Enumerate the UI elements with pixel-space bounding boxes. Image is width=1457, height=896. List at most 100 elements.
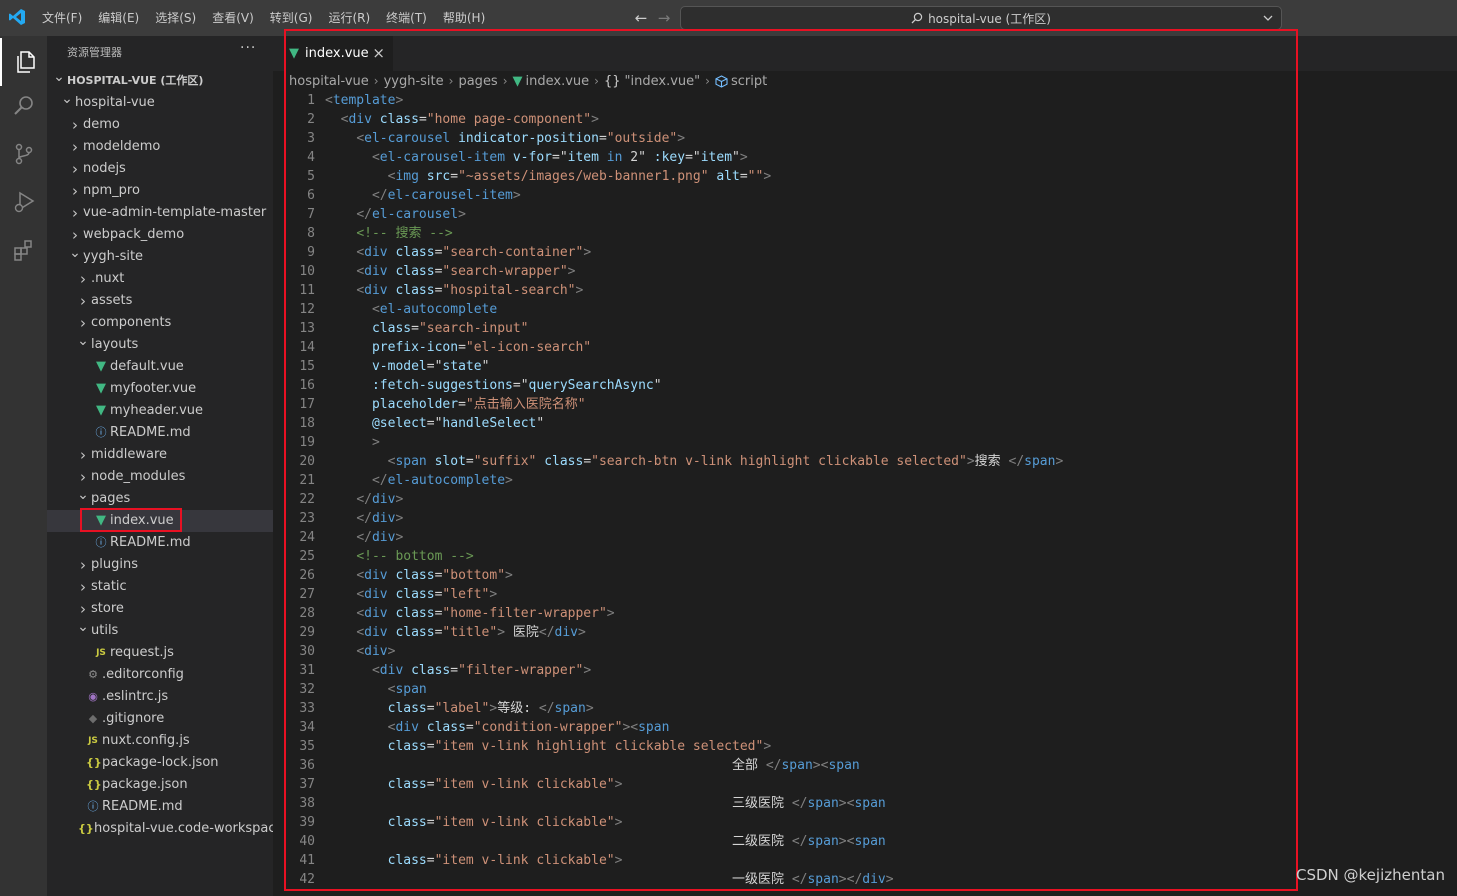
vue-file-icon: ▼ (96, 359, 106, 374)
chevron-right-icon[interactable]: › (69, 202, 81, 224)
chevron-down-icon[interactable]: ⌄ (77, 484, 89, 506)
vue-file-icon: ▼ (96, 381, 106, 396)
chevron-right-icon[interactable]: › (77, 554, 89, 576)
tree-file[interactable]: ⓘ README.md (47, 796, 273, 818)
command-center-search[interactable]: hospital-vue (工作区) (680, 6, 1282, 30)
tree-folder[interactable]: ⌄ layouts (47, 333, 273, 356)
tree-item-label: yygh-site (83, 249, 144, 264)
info-icon: ⓘ (87, 800, 99, 813)
tree-item-label: components (91, 315, 172, 330)
menu-item[interactable]: 查看(V) (204, 0, 262, 36)
tree-folder[interactable]: › vue-admin-template-master (47, 202, 273, 224)
tree-item-label: myfooter.vue (110, 381, 197, 396)
chevron-down-icon[interactable]: ⌄ (69, 242, 81, 264)
tree-item-label: .gitignore (102, 711, 165, 726)
tree-item-label: npm_pro (83, 183, 140, 198)
tree-file[interactable]: JS nuxt.config.js (47, 730, 273, 752)
tree-file[interactable]: ⓘ README.md (47, 532, 273, 554)
chevron-right-icon[interactable]: › (77, 290, 89, 312)
tree-item-label: static (91, 579, 127, 594)
tree-folder[interactable]: › assets (47, 290, 273, 312)
tree-file[interactable]: ▼ myheader.vue (47, 400, 273, 422)
tree-folder[interactable]: ⌄ hospital-vue (47, 91, 273, 114)
tree-folder[interactable]: › .nuxt (47, 268, 273, 290)
javascript-file-icon: JS (88, 736, 98, 746)
tree-folder[interactable]: › demo (47, 114, 273, 136)
tree-item-label: hospital-vue.code-workspace (94, 821, 273, 836)
tree-item-label: .nuxt (91, 271, 125, 286)
tree-folder[interactable]: › plugins (47, 554, 273, 576)
chevron-right-icon[interactable]: › (77, 576, 89, 598)
back-arrow-icon[interactable]: ← (632, 9, 650, 27)
tree-folder[interactable]: › modeldemo (47, 136, 273, 158)
tree-item-label: hospital-vue (75, 95, 155, 110)
tree-item-label: pages (91, 491, 131, 506)
chevron-right-icon[interactable]: › (77, 268, 89, 290)
tree-item-label: modeldemo (83, 139, 161, 154)
tree-item-label: .eslintrc.js (102, 689, 169, 704)
tree-item-label: package-lock.json (102, 755, 219, 770)
tree-folder[interactable]: › nodejs (47, 158, 273, 180)
search-icon[interactable] (0, 82, 47, 130)
info-icon: ⓘ (95, 426, 107, 439)
tree-item-label: assets (91, 293, 133, 308)
tree-folder[interactable]: › middleware (47, 444, 273, 466)
json-file-icon: {} (86, 778, 102, 791)
tree-file[interactable]: ⓘ README.md (47, 422, 273, 444)
search-icon (911, 12, 923, 24)
tree-folder[interactable]: ⌄ pages (47, 487, 273, 510)
run-debug-icon[interactable] (0, 178, 47, 226)
menu-item[interactable]: 选择(S) (147, 0, 204, 36)
explorer-sidebar: 资源管理器 ··· ⌄ HOSPITAL-VUE (工作区) ⌄ hospital-v… (47, 36, 273, 896)
tree-folder[interactable]: ⌄ yygh-site (47, 245, 273, 268)
json-file-icon: {} (78, 822, 94, 835)
explorer-files-icon[interactable] (0, 38, 47, 86)
tree-file[interactable]: {} package.json (47, 774, 273, 796)
chevron-right-icon[interactable]: › (69, 180, 81, 202)
tree-file[interactable]: JS request.js (47, 642, 273, 664)
javascript-file-icon: JS (96, 648, 106, 658)
tree-folder[interactable]: ⌄ HOSPITAL-VUE (工作区) (47, 69, 273, 92)
chevron-down-icon[interactable]: ⌄ (61, 88, 73, 110)
forward-arrow-icon[interactable]: → (655, 9, 673, 27)
chevron-right-icon[interactable]: › (69, 136, 81, 158)
git-icon: ◆ (88, 712, 98, 725)
tree-item-label: layouts (91, 337, 139, 352)
tree-file[interactable]: {} package-lock.json (47, 752, 273, 774)
chevron-down-icon[interactable]: ⌄ (77, 616, 89, 638)
chevron-right-icon[interactable]: › (77, 444, 89, 466)
tree-item-label: plugins (91, 557, 138, 572)
chevron-down-icon[interactable]: ⌄ (53, 66, 65, 88)
selected-file-highlight-box (80, 508, 182, 532)
source-control-icon[interactable] (0, 130, 47, 178)
chevron-right-icon[interactable]: › (69, 158, 81, 180)
tree-item-label: README.md (110, 535, 191, 550)
tree-item-label: webpack_demo (83, 227, 185, 242)
tree-file[interactable]: {} hospital-vue.code-workspace (47, 818, 273, 840)
chevron-down-icon[interactable] (1261, 11, 1275, 25)
vue-file-icon: ▼ (96, 403, 106, 418)
more-actions-icon[interactable]: ··· (240, 40, 256, 56)
tree-file[interactable]: ⚙ .editorconfig (47, 664, 273, 686)
chevron-down-icon[interactable]: ⌄ (77, 330, 89, 352)
tree-item-label: .editorconfig (102, 667, 184, 682)
watermark: CSDN @kejizhentan (1296, 866, 1445, 884)
explorer-tree: ⌄ HOSPITAL-VUE (工作区) ⌄ hospital-vue › demo › mo… (47, 69, 273, 840)
menu-item[interactable]: 文件(F) (34, 0, 90, 36)
extensions-icon[interactable] (0, 226, 47, 274)
tree-file[interactable]: ◆ .gitignore (47, 708, 273, 730)
tree-item-label: store (91, 601, 124, 616)
tree-file[interactable]: ▼ myfooter.vue (47, 378, 273, 400)
tree-file[interactable]: ▼ default.vue (47, 356, 273, 378)
info-icon: ⓘ (95, 536, 107, 549)
tree-file[interactable]: ◉ .eslintrc.js (47, 686, 273, 708)
tree-folder[interactable]: › static (47, 576, 273, 598)
tree-folder[interactable]: ⌄ utils (47, 619, 273, 642)
tree-folder[interactable]: › npm_pro (47, 180, 273, 202)
tree-item-label: nodejs (83, 161, 126, 176)
tree-item-label: HOSPITAL-VUE (工作区) (67, 74, 204, 87)
tree-item-label: myheader.vue (110, 403, 204, 418)
menu-item[interactable]: 编辑(E) (90, 0, 147, 36)
chevron-right-icon[interactable]: › (69, 114, 81, 136)
tree-item-label: request.js (110, 645, 174, 660)
